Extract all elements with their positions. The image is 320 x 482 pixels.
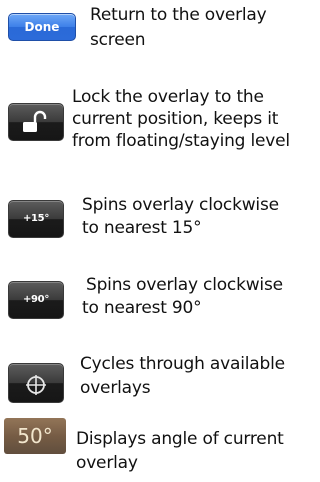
angle-display: 50° xyxy=(4,418,66,454)
cycle-description-line-2: overlays xyxy=(80,378,151,398)
angle-description-line-2: overlay xyxy=(76,453,138,473)
rotate-90-button[interactable]: +90° xyxy=(8,281,64,319)
lock-description-line-1: Lock the overlay to the xyxy=(72,87,264,107)
rotate-15-label: +15° xyxy=(22,213,50,224)
lock-description-line-2: current position, keeps it xyxy=(72,109,279,129)
done-description-line-2: screen xyxy=(90,30,146,50)
done-description-line-1: Return to the overlay xyxy=(90,5,267,25)
lock-description-line-3: from floating/staying level xyxy=(72,131,290,151)
unlock-icon xyxy=(23,110,47,132)
rotate-15-description-line-1: Spins overlay clockwise xyxy=(82,195,279,215)
rotate-90-description-line-2: to nearest 90° xyxy=(82,298,202,318)
cycle-description-line-1: Cycles through available xyxy=(80,354,285,374)
crosshair-icon xyxy=(26,375,46,395)
rotate-90-label: +90° xyxy=(22,294,50,305)
done-button[interactable]: Done xyxy=(8,13,76,41)
lock-button[interactable] xyxy=(8,103,64,141)
cycle-overlays-button[interactable] xyxy=(8,363,64,403)
rotate-15-description-line-2: to nearest 15° xyxy=(82,218,202,238)
rotate-90-description-line-1: Spins overlay clockwise xyxy=(86,275,283,295)
angle-description-line-1: Displays angle of current xyxy=(76,429,284,449)
rotate-15-button[interactable]: +15° xyxy=(8,200,64,238)
